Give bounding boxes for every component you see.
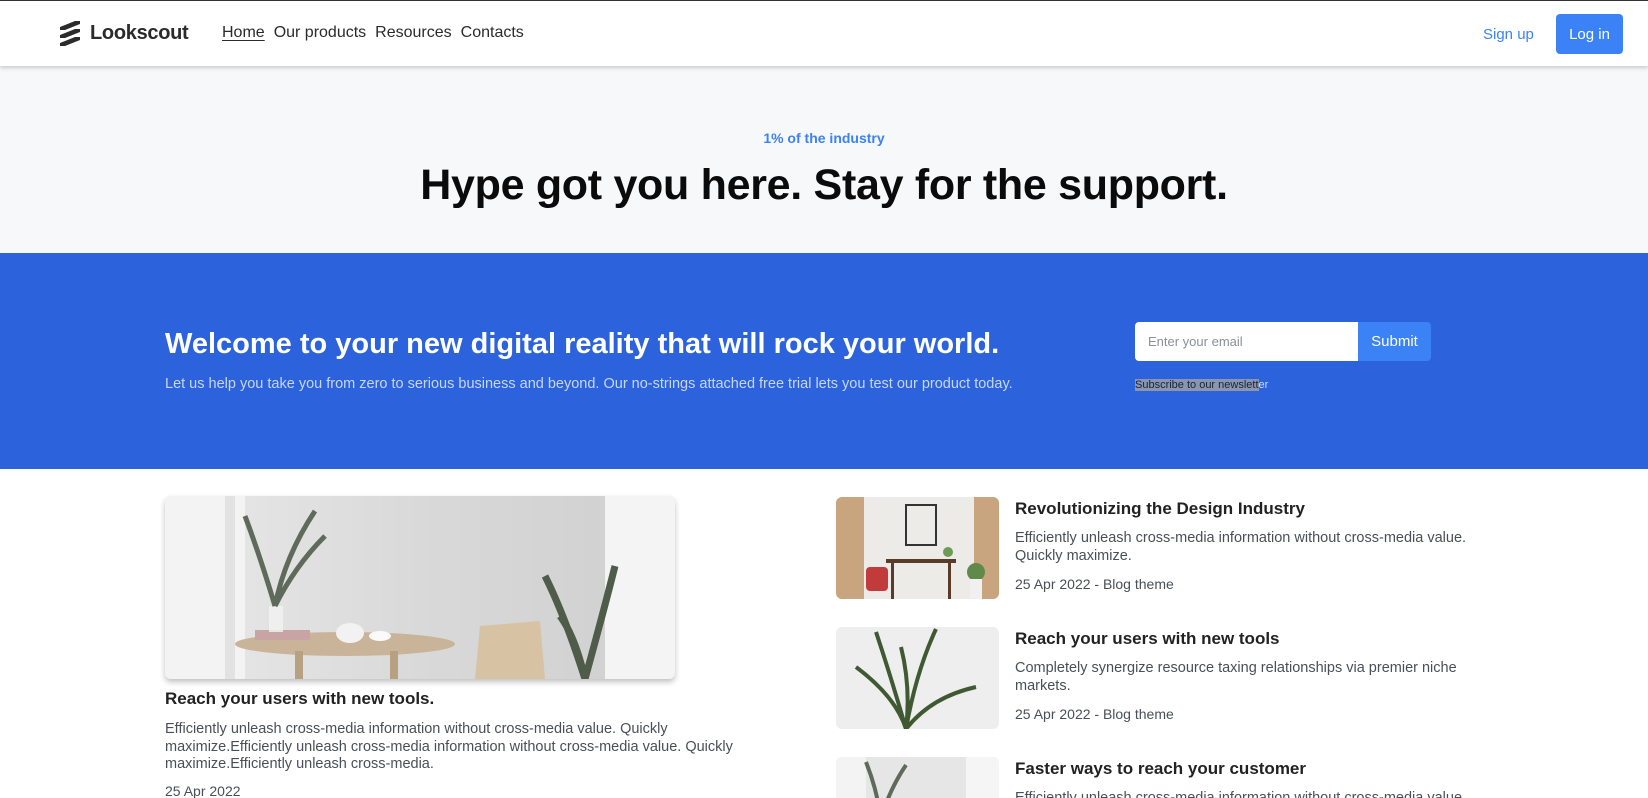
email-input[interactable] — [1135, 322, 1359, 361]
post-thumbnail[interactable] — [836, 497, 999, 599]
feature-text: Efficiently unleash cross-media informat… — [165, 721, 733, 772]
signup-link[interactable]: Sign up — [1483, 26, 1534, 43]
hero-title: Hype got you here. Stay for the support. — [420, 161, 1228, 209]
newsletter-caption-selected: Subscribe to our newslett — [1135, 379, 1259, 391]
nav-home[interactable]: Home — [222, 24, 265, 42]
nav-resources[interactable]: Resources — [375, 24, 451, 42]
post-text: Efficiently unleash cross-media informat… — [1015, 530, 1467, 564]
post-title[interactable]: Reach your users with new tools — [1015, 629, 1280, 649]
post-thumbnail[interactable] — [836, 757, 999, 798]
hero-section: 1% of the industry Hype got you here. St… — [0, 66, 1648, 253]
newsletter-caption-rest: er — [1258, 379, 1269, 391]
feature-date: 25 Apr 2022 — [165, 783, 241, 798]
submit-button[interactable]: Submit — [1358, 322, 1431, 361]
logo[interactable]: Lookscout — [58, 20, 189, 46]
nav-contacts[interactable]: Contacts — [461, 24, 524, 42]
newsletter-banner: Welcome to your new digital reality that… — [0, 253, 1648, 469]
stacked-bars-logo-icon — [60, 21, 80, 46]
feature-image[interactable] — [165, 496, 675, 679]
site-header: Lookscout Home Our products Resources Co… — [0, 1, 1648, 66]
nav-our-products[interactable]: Our products — [274, 24, 366, 42]
post-text: Completely synergize resource taxing rel… — [1015, 660, 1457, 694]
newsletter-caption: Subscribe to our newsletter — [1135, 379, 1268, 391]
main-nav: Home Our products Resources Contacts — [222, 24, 524, 42]
login-button[interactable]: Log in — [1556, 14, 1623, 54]
post-thumbnail[interactable] — [836, 627, 999, 729]
post-text: Efficiently unleash cross-media informat… — [1015, 790, 1467, 798]
feature-title[interactable]: Reach your users with new tools. — [165, 689, 434, 709]
banner-title: Welcome to your new digital reality that… — [165, 328, 1000, 360]
logo-text: Lookscout — [90, 21, 189, 44]
hero-eyebrow: 1% of the industry — [763, 130, 885, 146]
post-meta: 25 Apr 2022 - Blog theme — [1015, 576, 1174, 592]
post-title[interactable]: Faster ways to reach your customer — [1015, 759, 1306, 779]
post-title[interactable]: Revolutionizing the Design Industry — [1015, 499, 1305, 519]
banner-subtitle: Let us help you take you from zero to se… — [165, 376, 1013, 392]
post-meta: 25 Apr 2022 - Blog theme — [1015, 706, 1174, 722]
